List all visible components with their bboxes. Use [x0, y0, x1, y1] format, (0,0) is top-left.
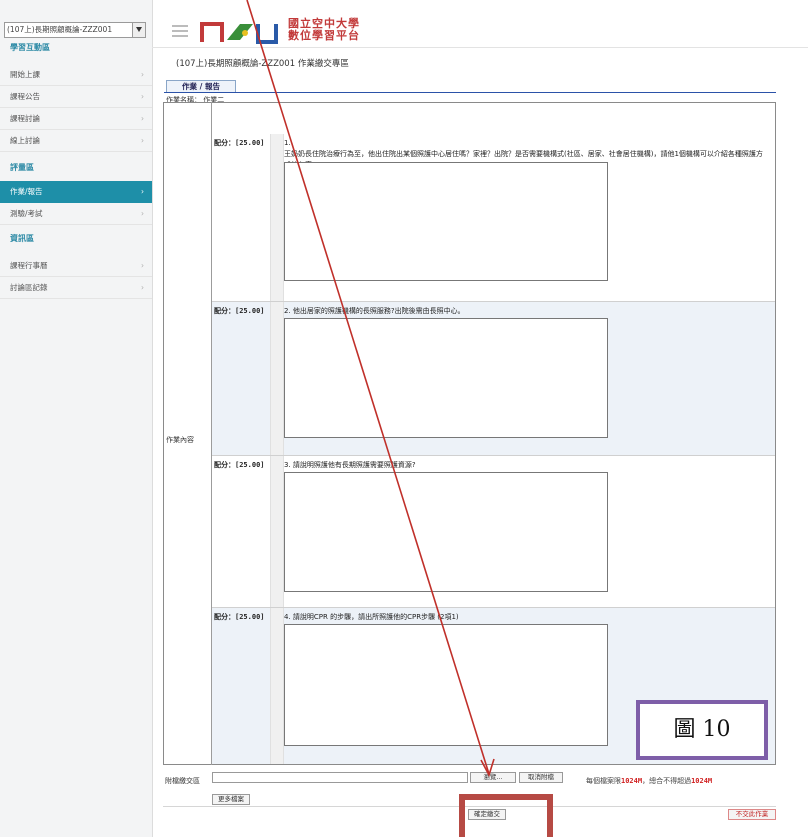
chevron-right-icon: › [141, 261, 144, 270]
question-gutter [270, 302, 284, 455]
question-gutter [270, 608, 284, 764]
answer-textarea[interactable] [284, 624, 608, 746]
question-text: 2. 他出居家的照護機構的長照服務?出院後需由長照中心。 [284, 307, 465, 315]
sidebar-item-label: 開始上課 [10, 70, 40, 79]
question-score: 配分：[25.00] [214, 139, 265, 147]
figure-label: 圖 10 [636, 700, 768, 760]
file-size-limit: 每個檔案限1024M，總合不得超過1024M [586, 776, 712, 786]
chevron-down-icon[interactable] [132, 23, 145, 37]
hamburger-menu-icon[interactable] [172, 25, 188, 37]
header-divider [152, 47, 808, 48]
cancel-attachment-button[interactable]: 取消附檔 [519, 772, 563, 783]
course-select[interactable]: (107上)長期照顧概論-ZZZ001 [4, 22, 146, 38]
section-title-learning: 學習互動區 [10, 43, 50, 52]
limit-value: 1024M [621, 777, 643, 785]
chevron-right-icon: › [141, 187, 144, 196]
dont-submit-button[interactable]: 不交此作業 [728, 809, 776, 820]
sidebar-item-online-discussion[interactable]: 線上討論 › [0, 130, 152, 152]
question-block: 配分：[25.00] 2. 他出居家的照護機構的長照服務?出院後需由長照中心。 [212, 302, 775, 456]
chevron-right-icon: › [141, 283, 144, 292]
question-text: 4. 請說明CPR 的步驟，請出所照護他的CPR步驟 (2項1) [284, 613, 459, 621]
sidebar-item-label: 線上討論 [10, 136, 40, 145]
limit-prefix: 每個檔案限 [586, 777, 621, 785]
chevron-right-icon: › [141, 136, 144, 145]
answer-textarea[interactable] [284, 472, 608, 592]
chevron-right-icon: › [141, 114, 144, 123]
sidebar-item-calendar[interactable]: 課程行事曆 › [0, 255, 152, 277]
limit-mid: ，總合不得超過 [642, 777, 692, 785]
sidebar-item-announcements[interactable]: 課程公告 › [0, 86, 152, 108]
sidebar-item-exams[interactable]: 測驗/考試 › [0, 203, 152, 225]
attachment-label: 附檔繳交區 [165, 777, 200, 785]
tab-underline [164, 92, 776, 93]
sidebar-item-start-class[interactable]: 開始上課 › [0, 64, 152, 86]
browse-button[interactable]: 瀏覽... [470, 772, 516, 783]
question-score: 配分：[25.00] [214, 461, 265, 469]
question-score: 配分：[25.00] [214, 307, 265, 315]
answer-textarea[interactable] [284, 318, 608, 438]
question-block: 配分：[25.00] 1. 王奶奶長住院治療行為至，他出住院出某個照護中心居住嗎… [212, 134, 775, 302]
sidebar-item-label: 課程行事曆 [10, 261, 48, 270]
section-title-assessment: 評量區 [10, 163, 34, 172]
page-title: (107上)長期照顧概論-ZZZ001 作業繳交專區 [176, 59, 349, 69]
chevron-right-icon: › [141, 209, 144, 218]
question-text: 3. 請說明照護他有長期照護需要照護資源? [284, 461, 416, 469]
content-label: 作業內容 [166, 436, 194, 444]
question-gutter [270, 134, 284, 301]
attachment-file-input[interactable] [212, 772, 468, 783]
question-gutter [270, 456, 284, 607]
sidebar-item-label: 課程討論 [10, 114, 40, 123]
limit-total: 1024M [691, 777, 713, 785]
nou-logo-icon[interactable] [200, 20, 278, 44]
answer-textarea[interactable] [284, 162, 608, 281]
more-files-button[interactable]: 更多檔案 [212, 794, 250, 805]
sidebar-item-label: 測驗/考試 [10, 209, 43, 218]
question-score: 配分：[25.00] [214, 613, 265, 621]
highlight-box [459, 794, 553, 837]
chevron-right-icon: › [141, 70, 144, 79]
course-select-value: (107上)長期照顧概論-ZZZ001 [7, 25, 113, 34]
logo-line-2: 數位學習平台 [288, 29, 360, 42]
chevron-right-icon: › [141, 92, 144, 101]
sidebar-item-label: 課程公告 [10, 92, 40, 101]
sidebar-item-label: 討論區記錄 [10, 283, 48, 292]
sidebar-item-discussion-log[interactable]: 討論區記錄 › [0, 277, 152, 299]
logo-text: 國立空中大學 數位學習平台 [288, 18, 360, 42]
section-title-info: 資訊區 [10, 234, 34, 243]
sidebar-item-assignments[interactable]: 作業/報告 › [0, 181, 152, 203]
sidebar-item-course-discussion[interactable]: 課程討論 › [0, 108, 152, 130]
sidebar-item-label: 作業/報告 [10, 187, 43, 196]
question-block: 配分：[25.00] 3. 請說明照護他有長期照護需要照護資源? [212, 456, 775, 608]
